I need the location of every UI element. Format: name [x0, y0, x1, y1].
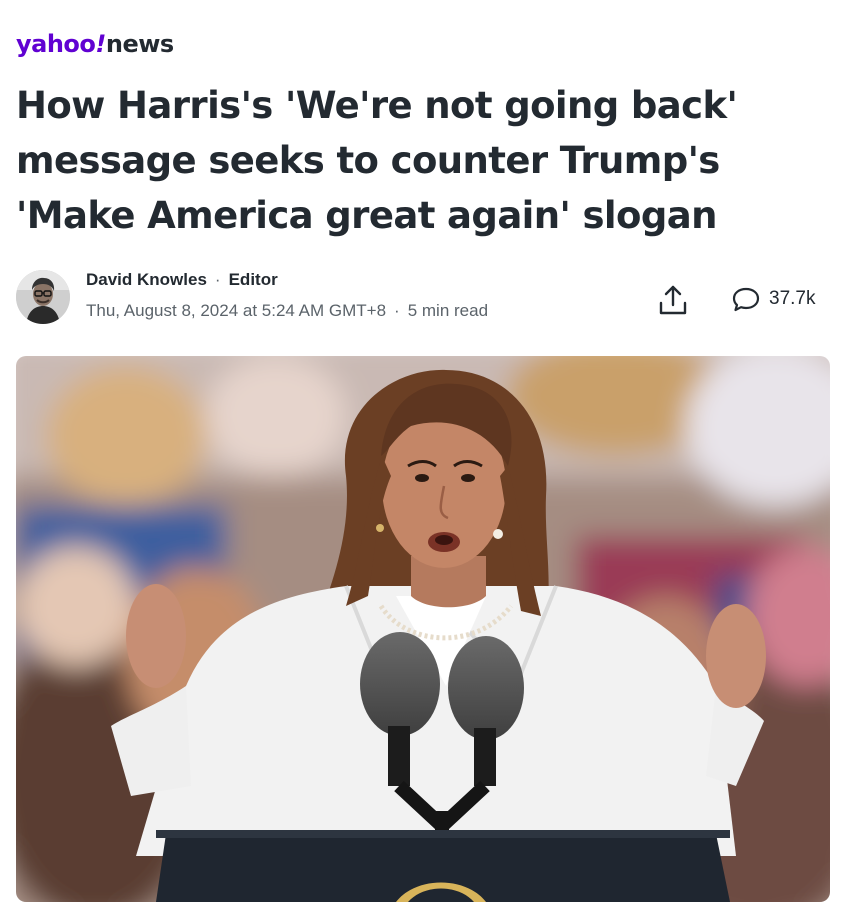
author-byline: David Knowles · Editor: [86, 270, 278, 290]
meta-separator: ·: [394, 301, 400, 320]
author-name-link[interactable]: David Knowles: [86, 270, 207, 289]
hero-image[interactable]: [16, 356, 830, 902]
yahoo-news-logo[interactable]: yahoo!news: [16, 30, 174, 58]
share-icon: [659, 285, 687, 315]
article-headline: How Harris's 'We're not going back' mess…: [16, 84, 738, 237]
publish-date: Thu, August 8, 2024 at 5:24 AM GMT+8: [86, 301, 387, 320]
author-avatar[interactable]: [16, 270, 70, 324]
read-time: 5 min read: [407, 301, 489, 320]
article-meta: Thu, August 8, 2024 at 5:24 AM GMT+8 · 5 m…: [86, 301, 488, 321]
comments-button[interactable]: 37.7k: [731, 284, 815, 314]
logo-bang-text: !: [95, 30, 106, 58]
logo-section-text: news: [105, 30, 174, 58]
share-button[interactable]: [655, 283, 691, 317]
author-role: Editor: [228, 270, 278, 289]
comment-bubble-icon: [732, 287, 760, 312]
article-page: yahoo!news How Harris's 'We're not going…: [0, 0, 853, 911]
byline-separator: ·: [214, 270, 221, 289]
logo-yahoo-text: yahoo: [16, 30, 96, 58]
comments-count: 37.7k: [769, 288, 816, 309]
